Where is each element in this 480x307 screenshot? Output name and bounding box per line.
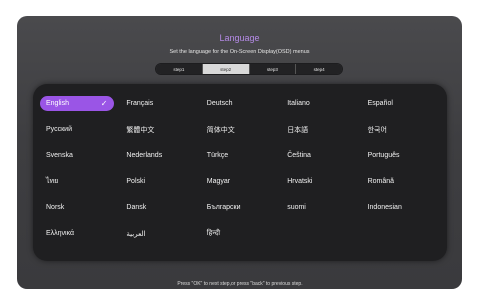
step-1: step1: [156, 64, 202, 74]
language-option-hrvatski[interactable]: Hrvatski: [281, 174, 355, 189]
language-option-polski[interactable]: Polski: [120, 174, 194, 189]
language-option-nederlands[interactable]: Nederlands: [120, 148, 194, 163]
language-option-dansk[interactable]: Dansk: [120, 200, 194, 215]
page-title: Language: [219, 33, 260, 43]
page-subtitle: Set the language for the On-Screen Displ…: [169, 49, 310, 55]
language-panel: English ✓ Français Deutsch Italiano Espa…: [33, 84, 447, 261]
footer-hint: Press "OK" to next step,or press "back" …: [177, 281, 303, 287]
step-3: step3: [248, 64, 296, 74]
language-option-francais[interactable]: Français: [120, 96, 194, 111]
step-4: step4: [295, 64, 342, 74]
language-option-indonesian[interactable]: Indonesian: [362, 200, 436, 215]
language-option-english[interactable]: English ✓: [40, 96, 115, 111]
language-option-bulgarian[interactable]: Български: [201, 200, 275, 215]
language-option-simplified-chinese[interactable]: 简体中文: [201, 122, 275, 137]
language-option-japanese[interactable]: 日本語: [281, 122, 355, 137]
language-option-turkce[interactable]: Türkçe: [201, 148, 275, 163]
language-option-greek[interactable]: Ελληνικά: [40, 226, 114, 241]
language-option-svenska[interactable]: Svenska: [40, 148, 114, 163]
language-label: English: [46, 100, 69, 107]
language-setup-screen: Language Set the language for the On-Scr…: [17, 16, 462, 289]
language-option-italiano[interactable]: Italiano: [281, 96, 355, 111]
language-option-russian[interactable]: Русский: [40, 122, 114, 137]
language-option-magyar[interactable]: Magyar: [201, 174, 275, 189]
language-option-romana[interactable]: Română: [362, 174, 436, 189]
language-option-espanol[interactable]: Español: [362, 96, 436, 111]
language-grid: English ✓ Français Deutsch Italiano Espa…: [40, 94, 442, 250]
language-option-arabic[interactable]: العربية: [120, 226, 194, 241]
language-option-traditional-chinese[interactable]: 繁體中文: [120, 122, 194, 137]
step-indicator: step1 step2 step3 step4: [155, 63, 343, 75]
step-2: step2: [201, 64, 249, 74]
language-option-suomi[interactable]: suomi: [281, 200, 355, 215]
language-option-cestina[interactable]: Čeština: [281, 148, 355, 163]
language-option-korean[interactable]: 한국어: [362, 122, 436, 137]
language-option-portugues[interactable]: Português: [362, 148, 436, 163]
check-icon: ✓: [100, 99, 108, 108]
language-option-norsk[interactable]: Norsk: [40, 200, 114, 215]
language-option-thai[interactable]: ไทย: [40, 174, 114, 189]
language-option-deutsch[interactable]: Deutsch: [201, 96, 275, 111]
language-option-hindi[interactable]: हिन्दी: [201, 226, 275, 241]
